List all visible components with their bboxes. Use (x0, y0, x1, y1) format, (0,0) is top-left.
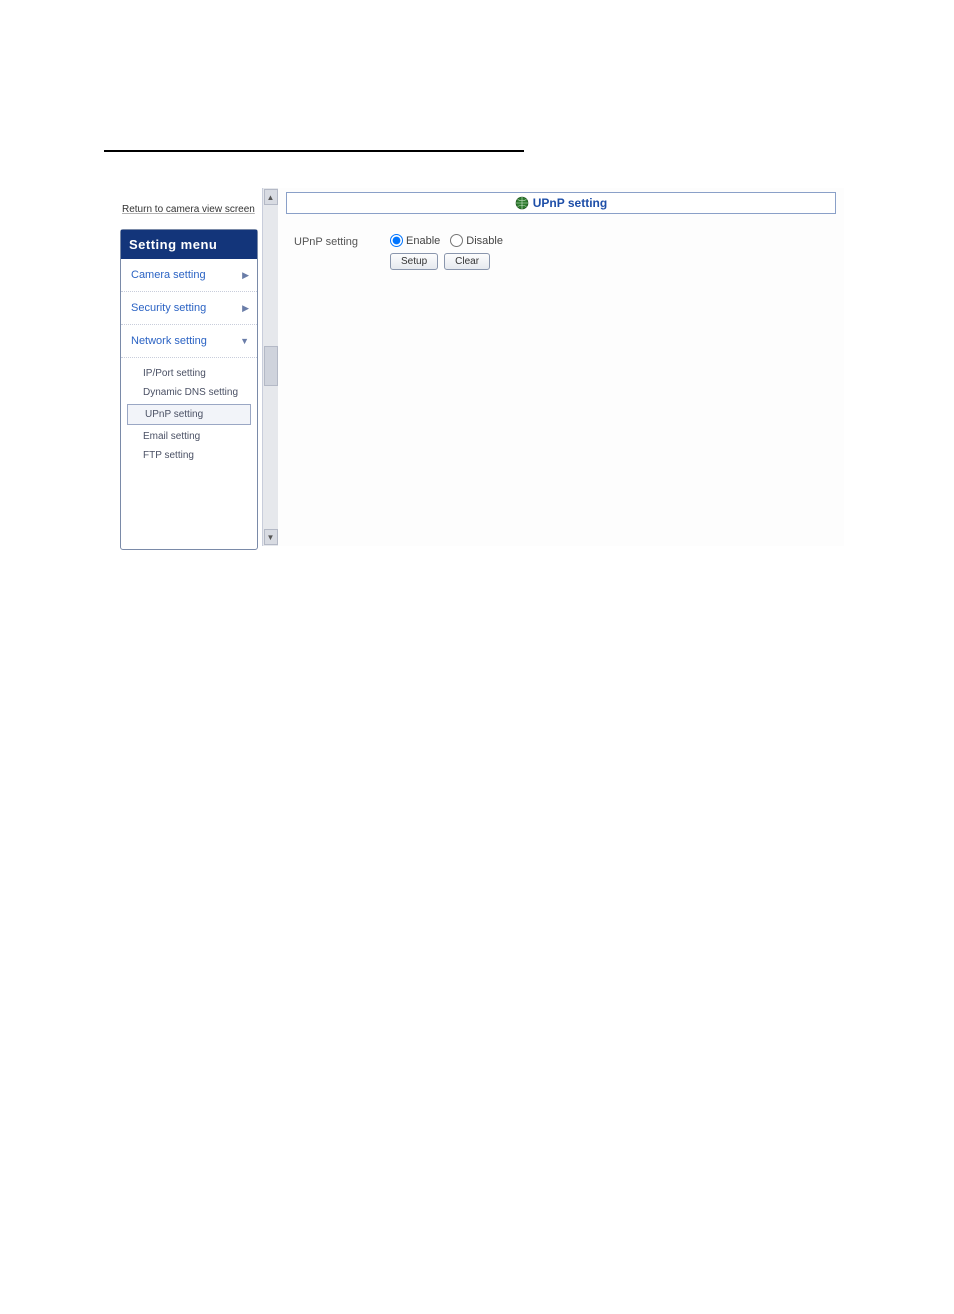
setting-menu-header: Setting menu (121, 230, 257, 259)
panel-title: UPnP setting (533, 196, 607, 210)
setting-menu: Setting menu Camera setting ▶ Security s… (120, 229, 258, 550)
radio-disable-label: Disable (466, 235, 503, 247)
scrollbar[interactable]: ▲ ▼ (262, 188, 278, 546)
upnp-setting-row: UPnP setting Enable Disable Setup (286, 234, 836, 270)
submenu-item-ddns[interactable]: Dynamic DNS setting (125, 383, 253, 402)
scroll-thumb[interactable] (264, 346, 278, 386)
menu-category-security[interactable]: Security setting ▶ (121, 292, 257, 325)
divider-line (104, 150, 524, 152)
clear-button[interactable]: Clear (444, 253, 490, 270)
left-column: Return to camera view screen Setting men… (112, 188, 262, 546)
page-root: Return to camera view screen Setting men… (0, 0, 954, 1314)
submenu-item-email[interactable]: Email setting (125, 427, 253, 446)
radio-disable[interactable]: Disable (450, 234, 503, 247)
arrow-down-icon: ▼ (267, 533, 275, 542)
field-label-upnp: UPnP setting (294, 234, 362, 248)
content-panel: UPnP setting UPnP setting Enable Disable (278, 188, 844, 546)
menu-category-label: Network setting (131, 335, 207, 347)
globe-icon (515, 196, 529, 210)
button-row: Setup Clear (390, 253, 503, 270)
radio-enable-label: Enable (406, 235, 440, 247)
return-link[interactable]: Return to camera view screen (112, 188, 262, 229)
radio-enable-input[interactable] (390, 234, 403, 247)
scroll-down-button[interactable]: ▼ (264, 529, 278, 545)
submenu-item-ftp[interactable]: FTP setting (125, 446, 253, 465)
submenu-network: IP/Port setting Dynamic DNS setting UPnP… (121, 358, 257, 469)
arrow-up-icon: ▲ (267, 193, 275, 202)
menu-category-camera[interactable]: Camera setting ▶ (121, 259, 257, 292)
field-controls: Enable Disable Setup Clear (390, 234, 503, 270)
panel-title-bar: UPnP setting (286, 192, 836, 214)
scroll-track[interactable] (264, 206, 278, 528)
menu-category-label: Security setting (131, 302, 206, 314)
scroll-up-button[interactable]: ▲ (264, 189, 278, 205)
submenu-item-upnp[interactable]: UPnP setting (127, 404, 251, 425)
radio-disable-input[interactable] (450, 234, 463, 247)
radio-enable[interactable]: Enable (390, 234, 440, 247)
setup-button[interactable]: Setup (390, 253, 438, 270)
menu-category-label: Camera setting (131, 269, 206, 281)
app-frame: Return to camera view screen Setting men… (112, 188, 844, 546)
radio-group-upnp: Enable Disable (390, 234, 503, 247)
caret-right-icon: ▶ (242, 270, 249, 281)
caret-right-icon: ▶ (242, 303, 249, 314)
caret-down-icon: ▼ (240, 336, 249, 346)
menu-category-network[interactable]: Network setting ▼ (121, 325, 257, 358)
submenu-item-ipport[interactable]: IP/Port setting (125, 364, 253, 383)
